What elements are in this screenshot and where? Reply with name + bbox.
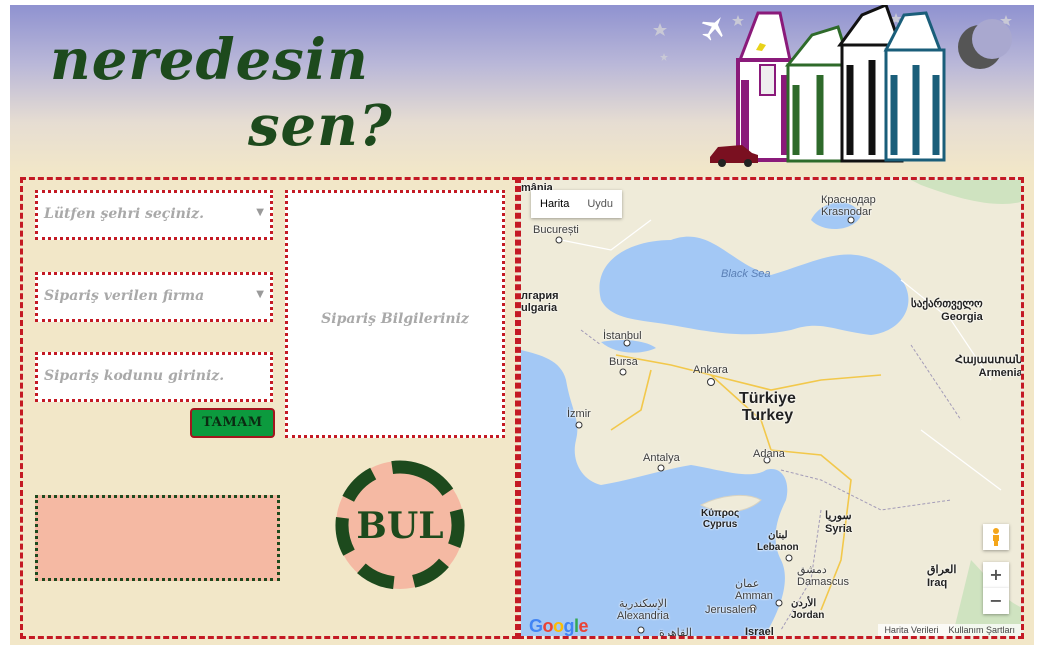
pegman-icon[interactable] [983, 524, 1009, 550]
map-label-alexandria: الإسكندرية Alexandria [617, 598, 669, 622]
city-skyline-illustration [653, 5, 1012, 167]
order-info-box: Sipariş Bilgileriniz [285, 190, 505, 438]
map-label-israel: Israel [745, 626, 774, 638]
map-attribution: Harita Verileri Kullanım Şartları [878, 624, 1021, 636]
map-label-amman: عمان Amman [735, 578, 773, 602]
house-purple [736, 11, 796, 162]
map-type-map-button[interactable]: Harita [531, 190, 578, 218]
city-select[interactable]: Lütfen şehri seçiniz. ▼ [35, 190, 273, 240]
result-box [35, 495, 280, 581]
map-type-satellite-button[interactable]: Uydu [578, 190, 622, 218]
map-label-cyprus: Κύπρος Cyprus [701, 508, 740, 530]
header: neredesin sen? [10, 5, 1034, 173]
plane-icon [701, 17, 723, 41]
map-label-cairo: القاهرة [659, 627, 692, 639]
moon-icon [958, 19, 1012, 69]
site-title-line2: sen? [248, 93, 393, 159]
map-data-link[interactable]: Harita Verileri [884, 625, 938, 635]
map-label-bursa: Bursa [609, 356, 638, 368]
map-label-istanbul: İstanbul [603, 330, 642, 342]
order-code-input[interactable]: Sipariş kodunu giriniz. [35, 352, 273, 402]
zoom-in-button[interactable]: + [983, 562, 1009, 588]
map-type-control: Harita Uydu [531, 190, 623, 218]
map-label-antalya: Antalya [643, 452, 680, 464]
order-info-label: Sipariş Bilgileriniz [321, 311, 469, 327]
zoom-out-button[interactable]: − [983, 588, 1009, 614]
map-label-black-sea: Black Sea [721, 268, 771, 280]
dropdown-arrow-icon: ▼ [256, 207, 264, 218]
map-label-syria: سوريا Syria [825, 510, 852, 535]
map-label-bulgaria: лгария ulgaria [521, 290, 559, 314]
map-label-damascus: دمشق Damascus [797, 564, 849, 588]
map-label-georgia: საქართველო Georgia [911, 298, 983, 323]
map-label-turkey: Türkiye Turkey [739, 390, 796, 424]
map-label-izmir: İzmir [567, 408, 591, 420]
find-button[interactable]: BUL [333, 458, 467, 592]
google-logo[interactable]: Google [529, 616, 589, 636]
map-label-jordan: الأردن Jordan [791, 598, 825, 621]
map-label-jerusalem: Jerusalem [705, 604, 756, 616]
terms-of-use-link[interactable]: Kullanım Şartları [948, 625, 1015, 635]
pegman-figure [993, 528, 999, 546]
map-label-adana: Adana [753, 448, 785, 460]
map-panel[interactable]: mânia București Краснодар Krasnodar Blac… [518, 177, 1024, 639]
ok-button[interactable]: TAMAM [190, 408, 275, 438]
order-code-placeholder: Sipariş kodunu giriniz. [44, 368, 225, 384]
map-label-armenia: Հայաստան Armenia [955, 354, 1023, 379]
house-teal [883, 11, 946, 162]
map-label-ankara: Ankara [693, 364, 728, 376]
order-form-panel: Lütfen şehri seçiniz. ▼ Sipariş verilen … [20, 177, 518, 639]
company-select[interactable]: Sipariş verilen firma ▼ [35, 272, 273, 322]
city-select-placeholder: Lütfen şehri seçiniz. [44, 206, 204, 222]
app-window: neredesin sen? Lütfen şehri seçiniz. ▼ S… [10, 5, 1034, 645]
site-title-line1: neredesin [50, 27, 369, 93]
map-label-bucharest: București [533, 224, 579, 236]
map-label-lebanon: لبنان Lebanon [757, 530, 799, 553]
company-select-placeholder: Sipariş verilen firma [44, 288, 205, 304]
map-label-iraq: العراق Iraq [927, 564, 957, 589]
find-button-label: BUL [356, 505, 443, 547]
map-label-krasnodar: Краснодар Krasnodar [821, 194, 876, 218]
dropdown-arrow-icon: ▼ [256, 289, 264, 300]
